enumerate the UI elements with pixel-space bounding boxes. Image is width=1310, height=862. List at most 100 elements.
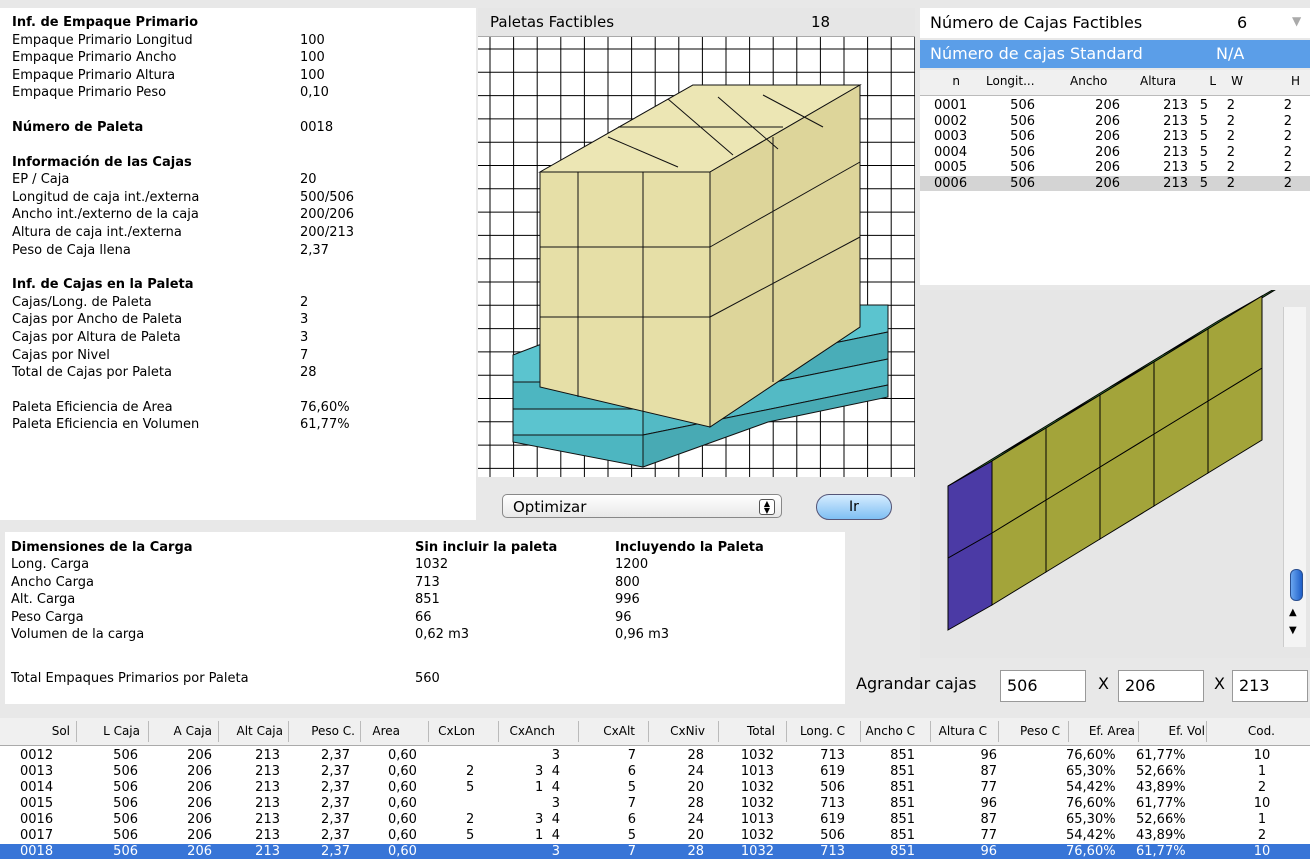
column-header[interactable]: Cod. [1219,724,1275,738]
column-header[interactable]: Sol [14,724,70,738]
column-header[interactable]: A Caja [156,724,212,738]
pallets-count: 18 [811,13,831,31]
table-row[interactable]: 0015 506 206 213 2,37 0,60 3 7 28 1032 713 851 96 76,… [0,796,1310,811]
standard-boxes-label: Número de cajas Standard [930,44,1143,63]
table-cell: 10 [1253,844,1271,859]
table-row[interactable]: 0016 506 206 213 2,37 0,60 2 3 4 6 24 1013 619 851 87 6… [0,812,1310,827]
scroll-down-icon[interactable]: ▼ [1289,625,1297,636]
enlarge-height-input[interactable]: 213 [1232,670,1308,702]
info-label: Altura de caja int./externa [12,225,182,240]
info-label: Longitud de caja int./externa [12,189,200,205]
table-row[interactable]: 0017 506 206 213 2,37 0,60 5 1 4 5 20 1032 506 851 77 5… [0,828,1310,843]
feasible-box-row[interactable]: 0003 506 206 213 5 2 2 [920,129,1310,144]
enlarge-length-input[interactable]: 506 [1000,670,1086,702]
column-header[interactable]: L [1186,74,1216,88]
table-cell: 1032 [740,748,774,763]
column-header[interactable]: Ancho [1070,74,1120,88]
table-cell: 61,77% [1136,844,1186,859]
feasible-box-row[interactable]: 0005 506 206 213 5 2 2 [920,160,1310,175]
column-header[interactable]: Area [344,724,400,738]
info-label: Inf. de Cajas en la Paleta [12,277,194,293]
column-header[interactable]: Ancho C [859,724,915,738]
table-cell: 2 [1226,160,1235,175]
column-header[interactable]: n [930,74,960,88]
enlarge-x-label-2: X [1214,674,1225,693]
feasible-box-row[interactable]: 0002 506 206 213 5 2 2 [920,114,1310,129]
column-header[interactable]: Altura [1140,74,1190,88]
pallet-drawing [478,37,916,477]
table-cell: 506 [113,828,138,843]
table-cell: 65,30% [1066,812,1116,827]
feasible-boxes-header: Número de Cajas Factibles 6 ▼ [920,8,1310,38]
vertical-scrollbar[interactable]: ▲ ▼ [1283,307,1306,647]
table-row[interactable]: 0014 506 206 213 2,37 0,60 5 1 4 5 20 1032 506 851 77 5… [0,780,1310,795]
column-header[interactable]: Long. C [789,724,845,738]
table-cell: 213 [1163,113,1188,129]
box-3d-view[interactable] [920,270,1310,658]
table-cell: 619 [820,764,845,779]
table-cell: 28 [687,844,704,859]
table-cell: 1032 [740,844,774,859]
table-cell: 1032 [740,796,774,811]
table-cell: 6 [627,764,636,779]
table-cell: 206 [187,796,212,811]
enlarge-width-input[interactable]: 206 [1118,670,1204,702]
column-header[interactable]: CxAlt [579,724,635,738]
column-header[interactable]: Altura C [931,724,987,738]
table-cell: 5 [466,780,475,795]
table-cell: 713 [820,844,845,859]
table-cell: 1 [1257,812,1267,827]
optimize-select[interactable]: Optimizar ▲ ▼ [502,494,782,518]
table-cell: 61,77% [1136,748,1186,763]
table-row[interactable]: 0012 506 206 213 2,37 0,60 3 7 28 1032 713 851 96 76,… [0,748,1310,763]
column-divider [860,721,861,742]
column-divider [428,721,429,742]
feasible-boxes-table[interactable]: n Longit... Ancho Altura L W H 0001 506 206 213 5 2 2… [920,70,1310,285]
table-cell: 851 [890,780,915,795]
table-row[interactable]: 0018 506 206 213 2,37 0,60 3 7 28 1032 713 851 96 76,… [0,844,1310,859]
table-cell: 506 [1010,144,1035,160]
info-label: Empaque Primario Altura [12,67,176,83]
solutions-table[interactable]: Sol L Caja A Caja Alt Caja Peso C. Area CxLon C… [0,718,1310,862]
table-cell: 213 [255,844,280,859]
info-value: 100 [300,50,325,66]
table-cell: 1032 [740,828,774,843]
scroll-thumb[interactable] [1290,569,1303,601]
feasible-box-row[interactable]: 0006 506 206 213 5 2 2 [920,175,1310,191]
info-label: Cajas/Long. de Paleta [12,294,152,310]
table-row[interactable]: 0013 506 206 213 2,37 0,60 2 3 4 6 24 1013 619 851 87 6… [0,764,1310,779]
table-cell: 851 [890,812,915,827]
load-row-label: Peso Carga [11,609,84,625]
column-header[interactable]: L Caja [84,724,140,738]
table-cell: 4 [551,764,560,779]
column-header[interactable]: Alt Caja [227,724,283,738]
dropdown-indicator-icon[interactable]: ▼ [1292,14,1301,28]
table-cell: 76,60% [1066,844,1116,859]
column-header[interactable]: CxAnch [499,724,556,738]
column-header[interactable]: Ef. Vol [1149,724,1205,738]
column-header[interactable]: CxNiv [649,724,705,738]
column-divider [1068,721,1069,742]
column-divider [578,721,579,742]
load-col1-header: Sin incluir la paleta [415,540,558,555]
column-header[interactable]: Peso C [1004,724,1060,738]
column-header[interactable]: W [1213,74,1243,88]
feasible-box-row[interactable]: 0001 506 206 213 5 2 2 [920,98,1310,113]
info-label: Número de Paleta [12,120,144,135]
table-cell: 76,60% [1066,748,1116,763]
table-cell: 206 [187,764,212,779]
go-button[interactable]: Ir [816,494,892,520]
pallet-3d-view[interactable] [478,37,916,477]
feasible-box-row[interactable]: 0004 506 206 213 5 2 2 [920,145,1310,160]
scroll-up-icon[interactable]: ▲ [1289,607,1297,618]
table-cell: 213 [255,748,280,763]
column-header[interactable]: Longit... [986,74,1036,88]
column-header[interactable]: Ef. Area [1079,724,1135,738]
column-header[interactable]: H [1270,74,1300,88]
column-header[interactable]: Total [719,724,775,738]
table-cell: 0015 [20,796,54,811]
table-cell: 851 [890,748,915,763]
table-cell: 206 [1095,98,1120,113]
table-cell: 506 [113,748,138,763]
table-cell: 506 [113,780,138,795]
